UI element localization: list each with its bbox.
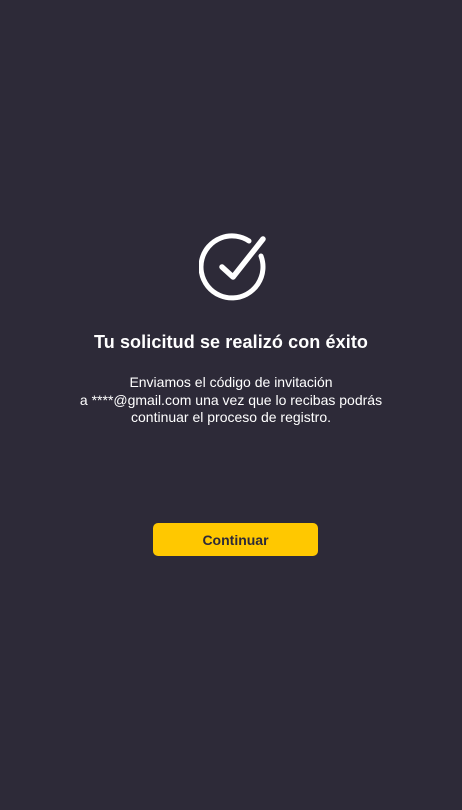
continue-button[interactable]: Continuar	[153, 523, 318, 556]
success-message: Enviamos el código de invitación a ****@…	[40, 374, 422, 427]
success-message-line: continuar el proceso de registro.	[131, 409, 331, 425]
check-circle-icon	[199, 233, 266, 301]
success-screen: Tu solicitud se realizó con éxito Enviam…	[0, 0, 462, 810]
success-message-line: a ****@gmail.com una vez que lo recibas …	[79, 391, 383, 408]
success-title: Tu solicitud se realizó con éxito	[93, 332, 369, 352]
success-message-line: Enviamos el código de invitación	[129, 374, 333, 390]
